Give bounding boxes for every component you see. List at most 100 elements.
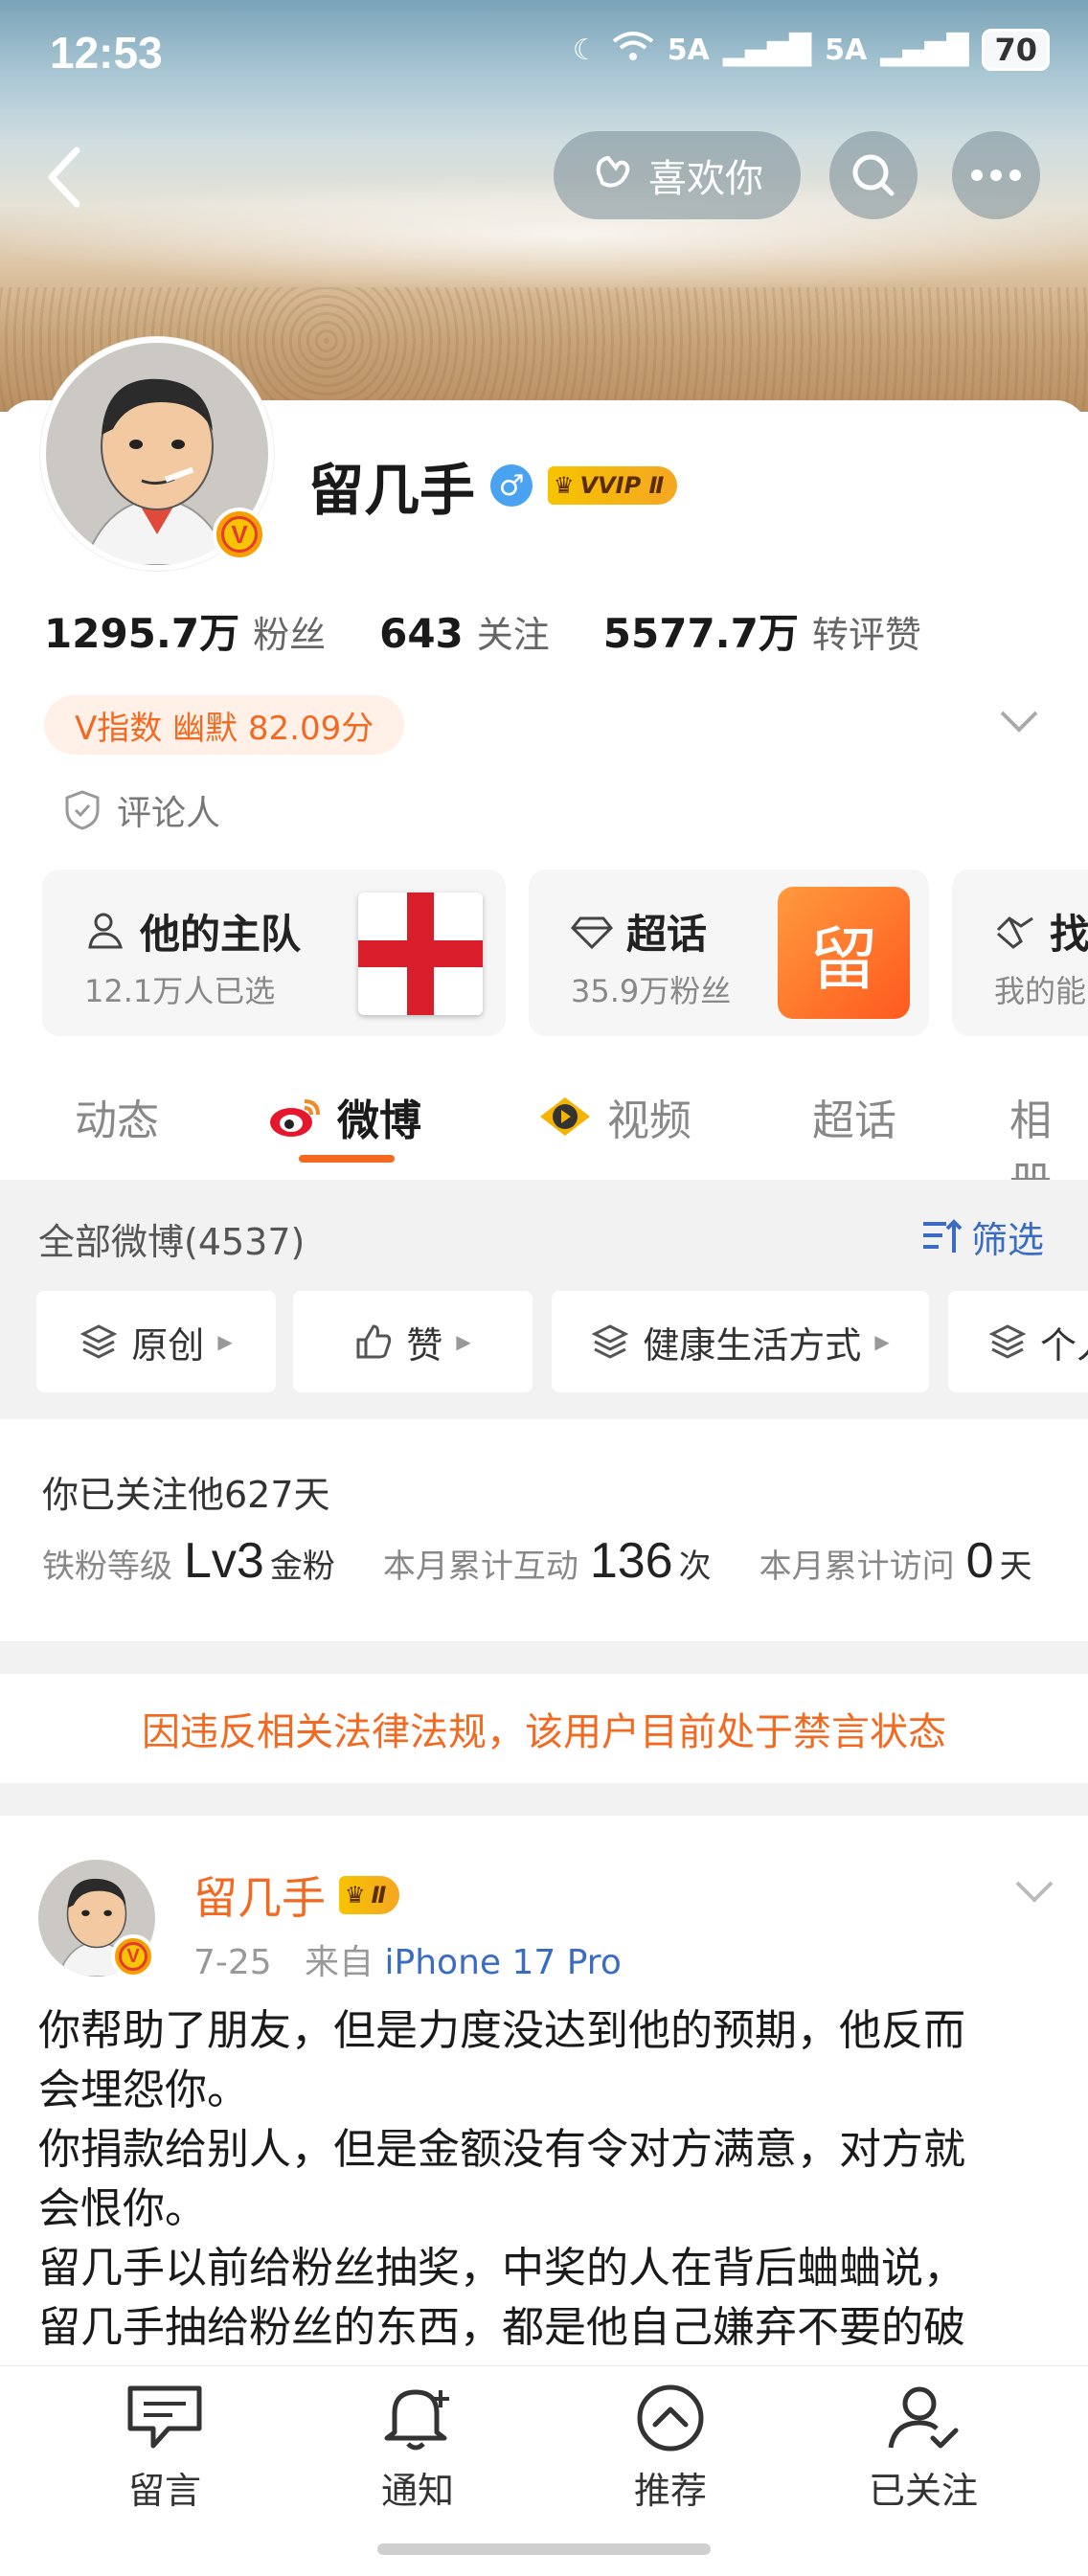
- nav-recommend[interactable]: 推荐: [575, 2383, 766, 2514]
- chip-personal[interactable]: 个人: [948, 1291, 1088, 1392]
- layers-icon: [79, 1324, 118, 1359]
- caret-right-icon: ▶: [217, 1330, 233, 1353]
- shield-icon: [65, 790, 100, 830]
- followed-days: 你已关注他627天: [42, 1474, 330, 1516]
- interactions-count[interactable]: 5577.7万: [603, 601, 799, 660]
- name-row: 留几手 ♂ ♛ VVIP Ⅱ: [308, 445, 678, 526]
- v-index-badge[interactable]: V指数 幽默 82.09分: [44, 695, 405, 755]
- chip-original[interactable]: 原创 ▶: [36, 1291, 276, 1392]
- role-label: 评论人: [117, 794, 221, 833]
- more-icon: [971, 169, 1021, 181]
- interact-unit: 次: [678, 1548, 712, 1586]
- back-button[interactable]: [38, 139, 115, 215]
- role-tag[interactable]: 评论人: [63, 785, 220, 835]
- tab-super-topic-label: 超话: [812, 1096, 896, 1145]
- search-button[interactable]: [829, 131, 918, 219]
- vvip-badge[interactable]: ♛ VVIP Ⅱ: [548, 466, 678, 505]
- nav-message[interactable]: 留言: [69, 2383, 261, 2514]
- profile-page: 12:53 ☾ 5A ▂▄▆█ 5A ▂▄▆█ 70 喜欢你 V 留几手 ♂ ♛…: [0, 0, 1088, 2576]
- post-line: 你捐款给别人，但是金额没有令对方满意，对方就: [38, 2125, 965, 2174]
- following-count[interactable]: 643: [379, 610, 464, 657]
- hand-heart-icon: [591, 148, 635, 202]
- bell-plus-icon: [384, 2389, 449, 2451]
- nav-following-label: 已关注: [868, 2470, 978, 2512]
- signal-label-2: 5A: [825, 33, 868, 67]
- message-icon: [127, 2385, 202, 2449]
- vvip-label: VVIP Ⅱ: [579, 472, 665, 499]
- like-you-label: 喜欢你: [648, 157, 763, 201]
- male-icon: ♂: [490, 464, 533, 507]
- handshake-icon: [996, 915, 1033, 949]
- post-line: 留几手抽给粉丝的东西，都是他自己嫌弃不要的破: [38, 2303, 965, 2352]
- tab-video[interactable]: 视频: [536, 1086, 691, 1147]
- profile-tabs: 动态 微博 视频 超话 相册: [0, 1069, 1088, 1207]
- post-author[interactable]: 留几手: [193, 1864, 326, 1927]
- tab-super-topic[interactable]: 超话: [812, 1086, 896, 1147]
- post-line: 你帮助了朋友，但是力度没达到他的预期，他反而: [38, 2006, 965, 2055]
- caret-right-icon: ▶: [874, 1330, 890, 1353]
- post-meta: 7-25 来自 iPhone 17 Pro: [193, 1934, 622, 1984]
- tab-activity-label: 动态: [75, 1096, 159, 1145]
- like-you-button[interactable]: 喜欢你: [554, 131, 801, 219]
- visit-label: 本月累计访问: [759, 1548, 955, 1586]
- post-line: 会恨你。: [38, 2184, 207, 2233]
- caret-right-icon: ▶: [456, 1330, 471, 1353]
- layers-icon: [591, 1324, 629, 1359]
- tab-weibo-label: 微博: [337, 1096, 421, 1145]
- super-topic-subtitle: 35.9万粉丝: [571, 973, 732, 1009]
- all-weibo-count[interactable]: 全部微博(4537): [38, 1212, 305, 1265]
- following-label[interactable]: 关注: [477, 605, 550, 658]
- interactions-label[interactable]: 转评赞: [812, 605, 921, 658]
- visit-unit: 天: [999, 1548, 1032, 1586]
- fan-info-box: [0, 1419, 1088, 1641]
- profile-stats: 1295.7万 粉丝 643 关注 5577.7万 转评赞: [44, 601, 975, 660]
- verified-badge-icon: V: [213, 508, 266, 561]
- wifi-icon: [612, 30, 654, 70]
- nav-following[interactable]: 已关注: [827, 2383, 1019, 2514]
- find-card[interactable]: 找 我的能: [952, 870, 1088, 1036]
- visit-value: 0: [965, 1533, 994, 1589]
- more-button[interactable]: [952, 131, 1040, 219]
- post-device[interactable]: iPhone 17 Pro: [385, 1943, 622, 1982]
- home-team-card[interactable]: 他的主队 12.1万人已选: [42, 870, 506, 1036]
- fans-label[interactable]: 粉丝: [253, 605, 326, 658]
- fans-count[interactable]: 1295.7万: [44, 601, 239, 660]
- signal-icon: ▂▄▆█: [722, 33, 812, 67]
- super-topic-card[interactable]: 超话 35.9万粉丝 留: [529, 870, 929, 1036]
- vip-badge[interactable]: ♛ Ⅱ: [339, 1876, 400, 1914]
- filter-icon: [923, 1218, 963, 1253]
- layers-icon: [988, 1324, 1027, 1359]
- moon-icon: ☾: [572, 33, 599, 67]
- fan-level-value: Lv3: [184, 1533, 264, 1589]
- active-tab-indicator: [299, 1155, 395, 1163]
- ban-notice: 因违反相关法律法规，该用户目前处于禁言状态: [0, 1674, 1088, 1783]
- crown-icon: ♛: [345, 1882, 366, 1909]
- super-topic-logo: 留: [778, 887, 910, 1019]
- find-title: 找: [1050, 911, 1088, 958]
- filter-button[interactable]: 筛选: [921, 1210, 1044, 1263]
- expand-chevron-icon[interactable]: [998, 707, 1040, 735]
- crown-icon: ♛: [554, 472, 575, 499]
- home-team-title: 他的主队: [140, 911, 302, 958]
- tab-weibo[interactable]: 微博: [268, 1086, 421, 1147]
- fan-level-label: 铁粉等级: [42, 1548, 172, 1586]
- post-date: 7-25: [193, 1943, 272, 1982]
- status-icons: ☾ 5A ▂▄▆█ 5A ▂▄▆█ 70: [573, 29, 1050, 71]
- chip-healthy-lifestyle[interactable]: 健康生活方式 ▶: [552, 1291, 929, 1392]
- tab-activity[interactable]: 动态: [75, 1086, 159, 1147]
- nav-notify[interactable]: 通知: [322, 2383, 513, 2514]
- battery-icon: 70: [982, 29, 1050, 71]
- interact-value: 136: [589, 1533, 673, 1589]
- chip-liked-label: 赞: [406, 1323, 443, 1367]
- post-body[interactable]: 你帮助了朋友，但是力度没达到他的预期，他反而 会埋怨你。 你捐款给别人，但是金额…: [38, 2001, 1054, 2358]
- chip-liked[interactable]: 赞 ▶: [293, 1291, 533, 1392]
- divider: [0, 1641, 1088, 1674]
- interact-label: 本月累计互动: [382, 1548, 578, 1586]
- signal-icon-2: ▂▄▆█: [880, 33, 969, 67]
- find-subtitle: 我的能: [994, 973, 1087, 1009]
- chip-personal-label: 个人: [1040, 1323, 1088, 1367]
- weibo-logo-icon: [270, 1099, 320, 1137]
- filter-label: 筛选: [971, 1219, 1045, 1261]
- username: 留几手: [308, 458, 476, 523]
- post-menu-chevron-icon[interactable]: [1013, 1879, 1055, 1906]
